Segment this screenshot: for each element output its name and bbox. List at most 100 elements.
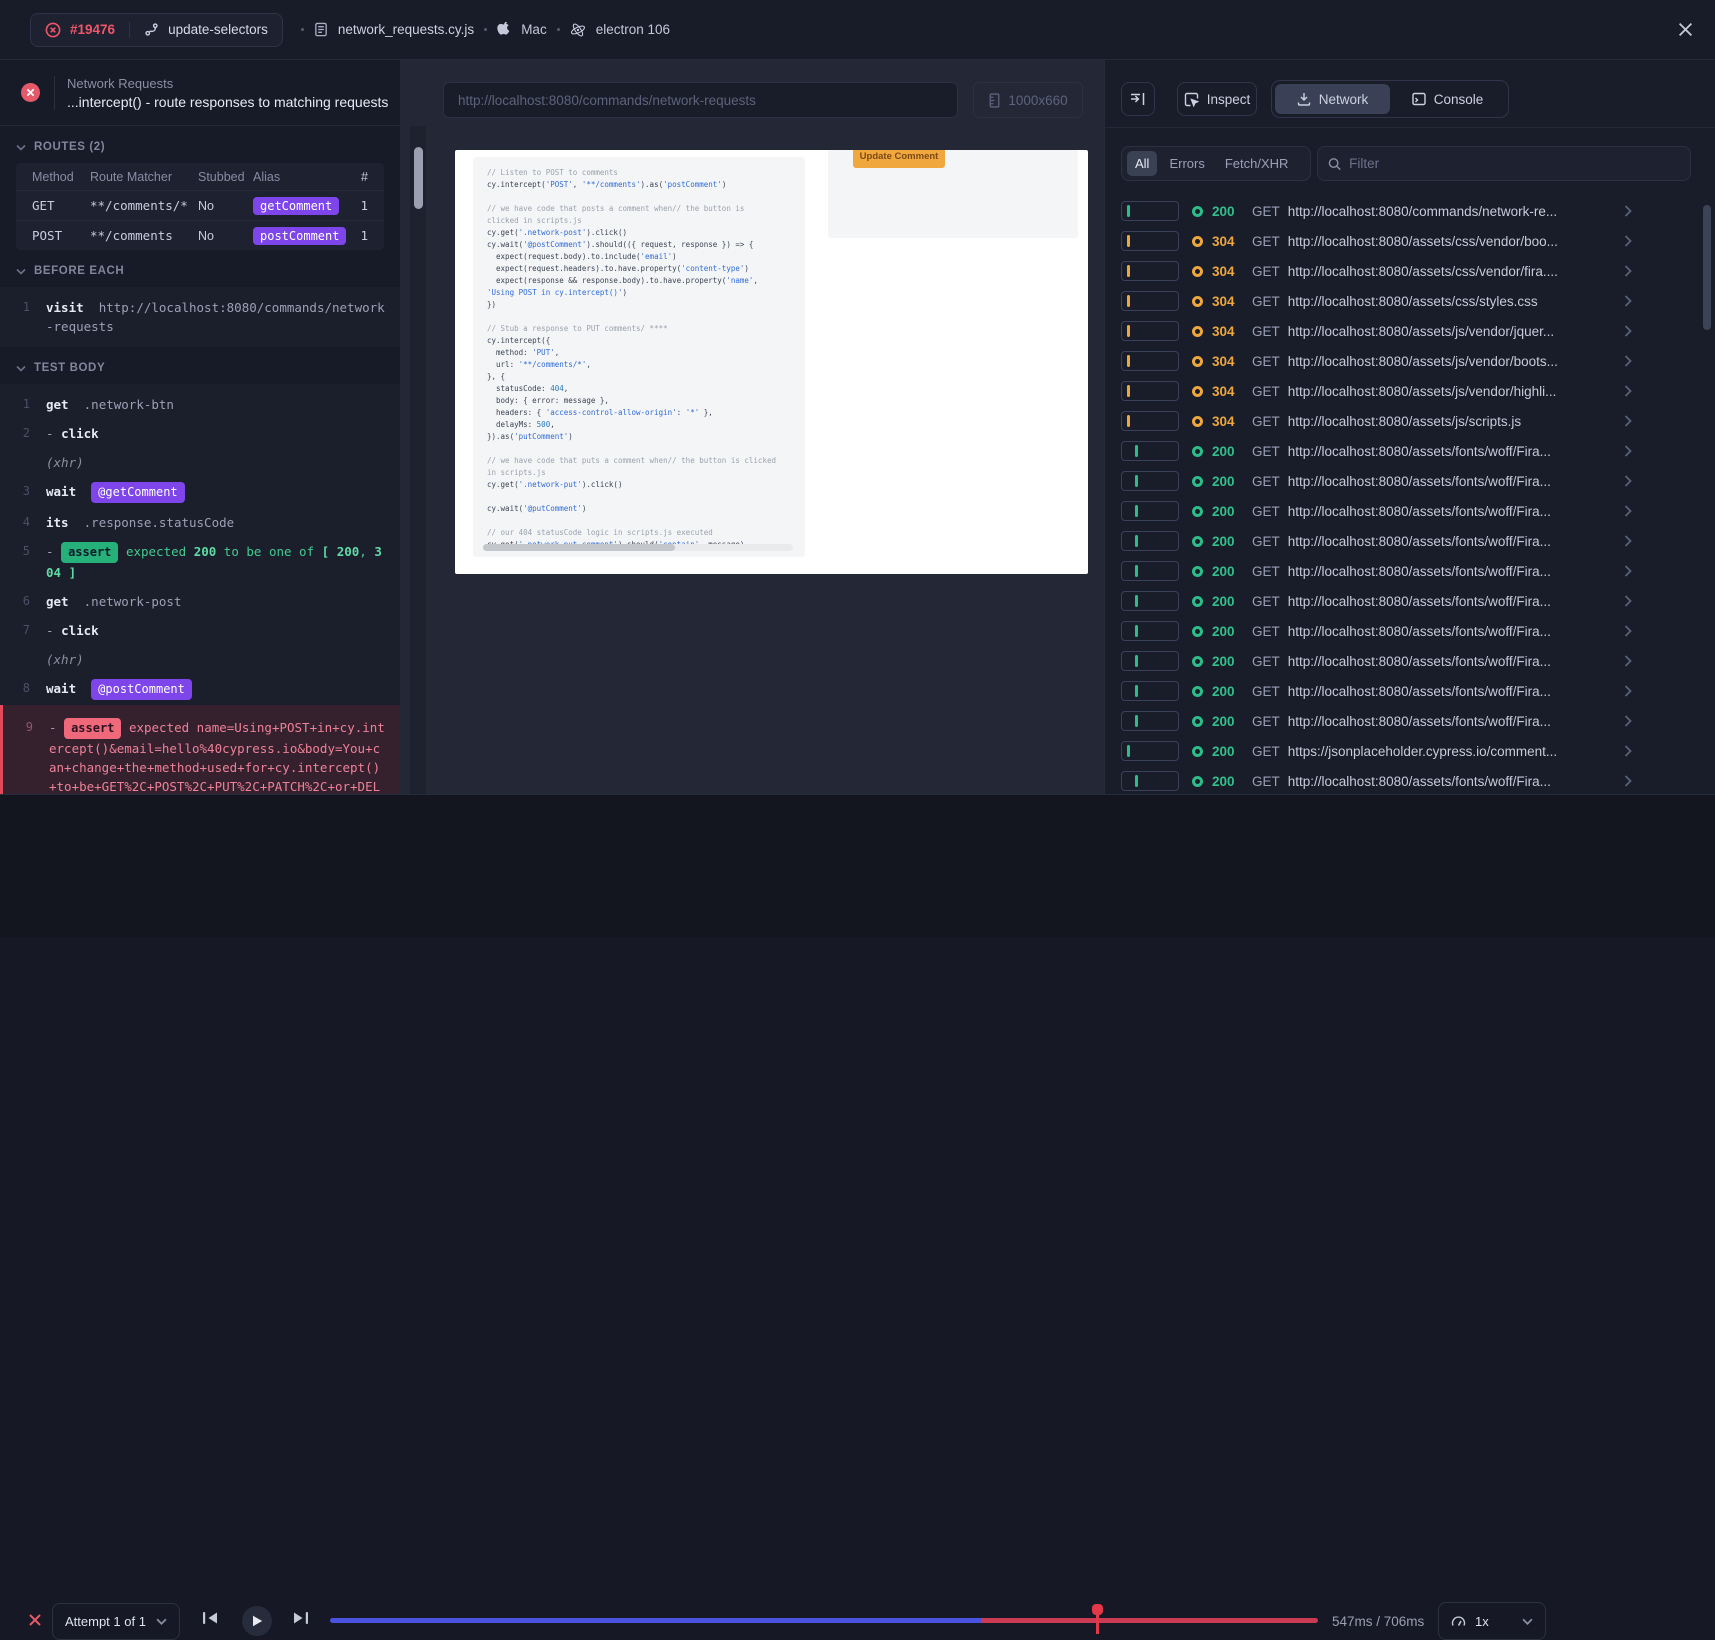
filter-tab-all[interactable]: All (1127, 151, 1157, 176)
command-row[interactable]: 8 wait @postComment (0, 674, 400, 705)
chevron-right-icon (1624, 265, 1632, 277)
inspect-button[interactable]: Inspect (1177, 82, 1257, 116)
dot-separator (557, 28, 560, 31)
status-ring-icon (1192, 656, 1203, 667)
attempt-selector[interactable]: Attempt 1 of 1 (52, 1603, 180, 1640)
requests-scrollbar-thumb[interactable] (1703, 205, 1711, 330)
os-name: Mac (521, 22, 547, 37)
network-request-row[interactable]: 200 GET http://localhost:8080/assets/fon… (1105, 586, 1701, 616)
request-url: http://localhost:8080/assets/fonts/woff/… (1288, 654, 1618, 669)
tab-console[interactable]: Console (1390, 84, 1505, 114)
playhead[interactable] (1096, 1608, 1099, 1634)
route-stubbed: No (198, 229, 253, 243)
status-ring-icon (1192, 566, 1203, 577)
route-row[interactable]: POST **/comments No postComment 1 (16, 220, 384, 250)
request-waterfall-chip (1121, 441, 1179, 461)
request-waterfall-chip (1121, 741, 1179, 761)
network-request-row[interactable]: 304 GET http://localhost:8080/assets/js/… (1105, 316, 1701, 346)
scrollbar-thumb[interactable] (483, 544, 675, 551)
network-request-row[interactable]: 200 GET http://localhost:8080/assets/fon… (1105, 766, 1701, 794)
filter-field[interactable] (1317, 146, 1691, 181)
play-button[interactable] (242, 1606, 272, 1636)
command-row[interactable]: 5 - assert expected 200 to be one of [ 2… (0, 537, 400, 587)
network-request-row[interactable]: 200 GET http://localhost:8080/assets/fon… (1105, 616, 1701, 646)
request-waterfall-chip (1121, 651, 1179, 671)
routes-table: Method Route Matcher Stubbed Alias # GET… (16, 163, 384, 250)
network-request-row[interactable]: 200 GET http://localhost:8080/assets/fon… (1105, 676, 1701, 706)
network-request-row[interactable]: 200 GET http://localhost:8080/assets/fon… (1105, 706, 1701, 736)
command-row[interactable]: 3 wait @getComment (0, 477, 400, 508)
status-ring-icon (1192, 266, 1203, 277)
request-waterfall-chip (1121, 591, 1179, 611)
status-ring-icon (1192, 476, 1203, 487)
tab-network[interactable]: Network (1275, 84, 1390, 114)
network-request-row[interactable]: 200 GET http://localhost:8080/commands/n… (1105, 196, 1701, 226)
network-request-row[interactable]: 304 GET http://localhost:8080/assets/js/… (1105, 406, 1701, 436)
routes-section-header[interactable]: ROUTES (2) (0, 126, 400, 161)
col-stubbed: Stubbed (198, 170, 253, 184)
route-alias-badge[interactable]: postComment (253, 227, 346, 245)
network-request-row[interactable]: 200 GET http://localhost:8080/assets/fon… (1105, 496, 1701, 526)
timeline-passed-segment[interactable] (330, 1618, 981, 1623)
playback-speed-selector[interactable]: 1x (1438, 1602, 1546, 1640)
network-request-row[interactable]: 200 GET http://localhost:8080/assets/fon… (1105, 646, 1701, 676)
command-row[interactable]: 6 get .network-post (0, 587, 400, 616)
timeline-failed-segment[interactable] (981, 1618, 1318, 1623)
chevron-right-icon (1624, 715, 1632, 727)
command-arg: .response.statusCode (84, 515, 235, 530)
route-alias-badge[interactable]: getComment (253, 197, 339, 215)
network-request-row[interactable]: 304 GET http://localhost:8080/assets/js/… (1105, 376, 1701, 406)
run-pill[interactable]: #19476 update-selectors (30, 13, 283, 47)
close-icon[interactable] (1678, 22, 1693, 37)
update-comment-button[interactable]: Update Comment (853, 150, 945, 168)
electron-icon (570, 22, 586, 38)
network-request-row[interactable]: 200 GET https://jsonplaceholder.cypress.… (1105, 736, 1701, 766)
test-body-section-header[interactable]: TEST BODY (0, 347, 400, 382)
skip-to-end-button[interactable] (290, 1607, 312, 1629)
sidebar-scrollbar[interactable] (410, 126, 426, 794)
network-request-row[interactable]: 200 GET http://localhost:8080/assets/fon… (1105, 526, 1701, 556)
route-method: GET (32, 198, 90, 213)
request-waterfall-chip (1121, 531, 1179, 551)
code-horizontal-scrollbar[interactable] (483, 544, 793, 551)
before-each-section-header[interactable]: BEFORE EACH (0, 250, 400, 285)
network-request-row[interactable]: 304 GET http://localhost:8080/assets/css… (1105, 226, 1701, 256)
command-row[interactable]: 4 its .response.statusCode (0, 508, 400, 537)
command-row[interactable]: 2 - click (0, 419, 400, 448)
route-row[interactable]: GET **/comments/* No getComment 1 (16, 190, 384, 220)
collapse-panel-button[interactable] (1121, 82, 1155, 116)
status-ring-icon (1192, 626, 1203, 637)
spec-name[interactable]: network_requests.cy.js (338, 22, 474, 37)
filter-tab-fetch-xhr[interactable]: Fetch/XHR (1217, 151, 1297, 176)
command-event-row[interactable]: (xhr) (0, 448, 400, 477)
chevron-right-icon (1624, 415, 1632, 427)
command-row[interactable]: 9 - assert expected name=Using+POST+in+c… (3, 713, 400, 794)
scrollbar-thumb[interactable] (414, 147, 423, 209)
request-waterfall-chip (1121, 321, 1179, 341)
failed-command-block[interactable]: 9 - assert expected name=Using+POST+in+c… (0, 705, 400, 794)
alias-badge[interactable]: @postComment (91, 679, 192, 700)
network-request-row[interactable]: 304 GET http://localhost:8080/assets/css… (1105, 256, 1701, 286)
command-log-panel: Network Requests ...intercept() - route … (0, 60, 400, 794)
skip-to-start-button[interactable] (199, 1607, 221, 1629)
command-row[interactable]: 7 - click (0, 616, 400, 645)
network-request-row[interactable]: 200 GET http://localhost:8080/assets/fon… (1105, 556, 1701, 586)
request-url: http://localhost:8080/commands/network-r… (1288, 204, 1618, 219)
request-url: http://localhost:8080/assets/fonts/woff/… (1288, 594, 1618, 609)
network-request-row[interactable]: 304 GET http://localhost:8080/assets/css… (1105, 286, 1701, 316)
status-ring-icon (1192, 446, 1203, 457)
dot-separator (301, 28, 304, 31)
network-request-row[interactable]: 200 GET http://localhost:8080/assets/fon… (1105, 466, 1701, 496)
route-count: 1 (354, 228, 368, 243)
aut-url-bar[interactable]: http://localhost:8080/commands/network-r… (443, 82, 958, 118)
command-name: click (61, 426, 99, 441)
command-event-row[interactable]: (xhr) (0, 645, 400, 674)
command-row[interactable]: 1 visit http://localhost:8080/commands/n… (0, 293, 400, 341)
filter-input[interactable] (1349, 156, 1680, 171)
network-request-row[interactable]: 200 GET http://localhost:8080/assets/fon… (1105, 436, 1701, 466)
network-request-row[interactable]: 304 GET http://localhost:8080/assets/js/… (1105, 346, 1701, 376)
alias-badge[interactable]: @getComment (91, 482, 184, 503)
command-row[interactable]: 1 get .network-btn (0, 390, 400, 419)
filter-tab-errors[interactable]: Errors (1161, 151, 1212, 176)
request-status: 200 (1212, 624, 1252, 639)
